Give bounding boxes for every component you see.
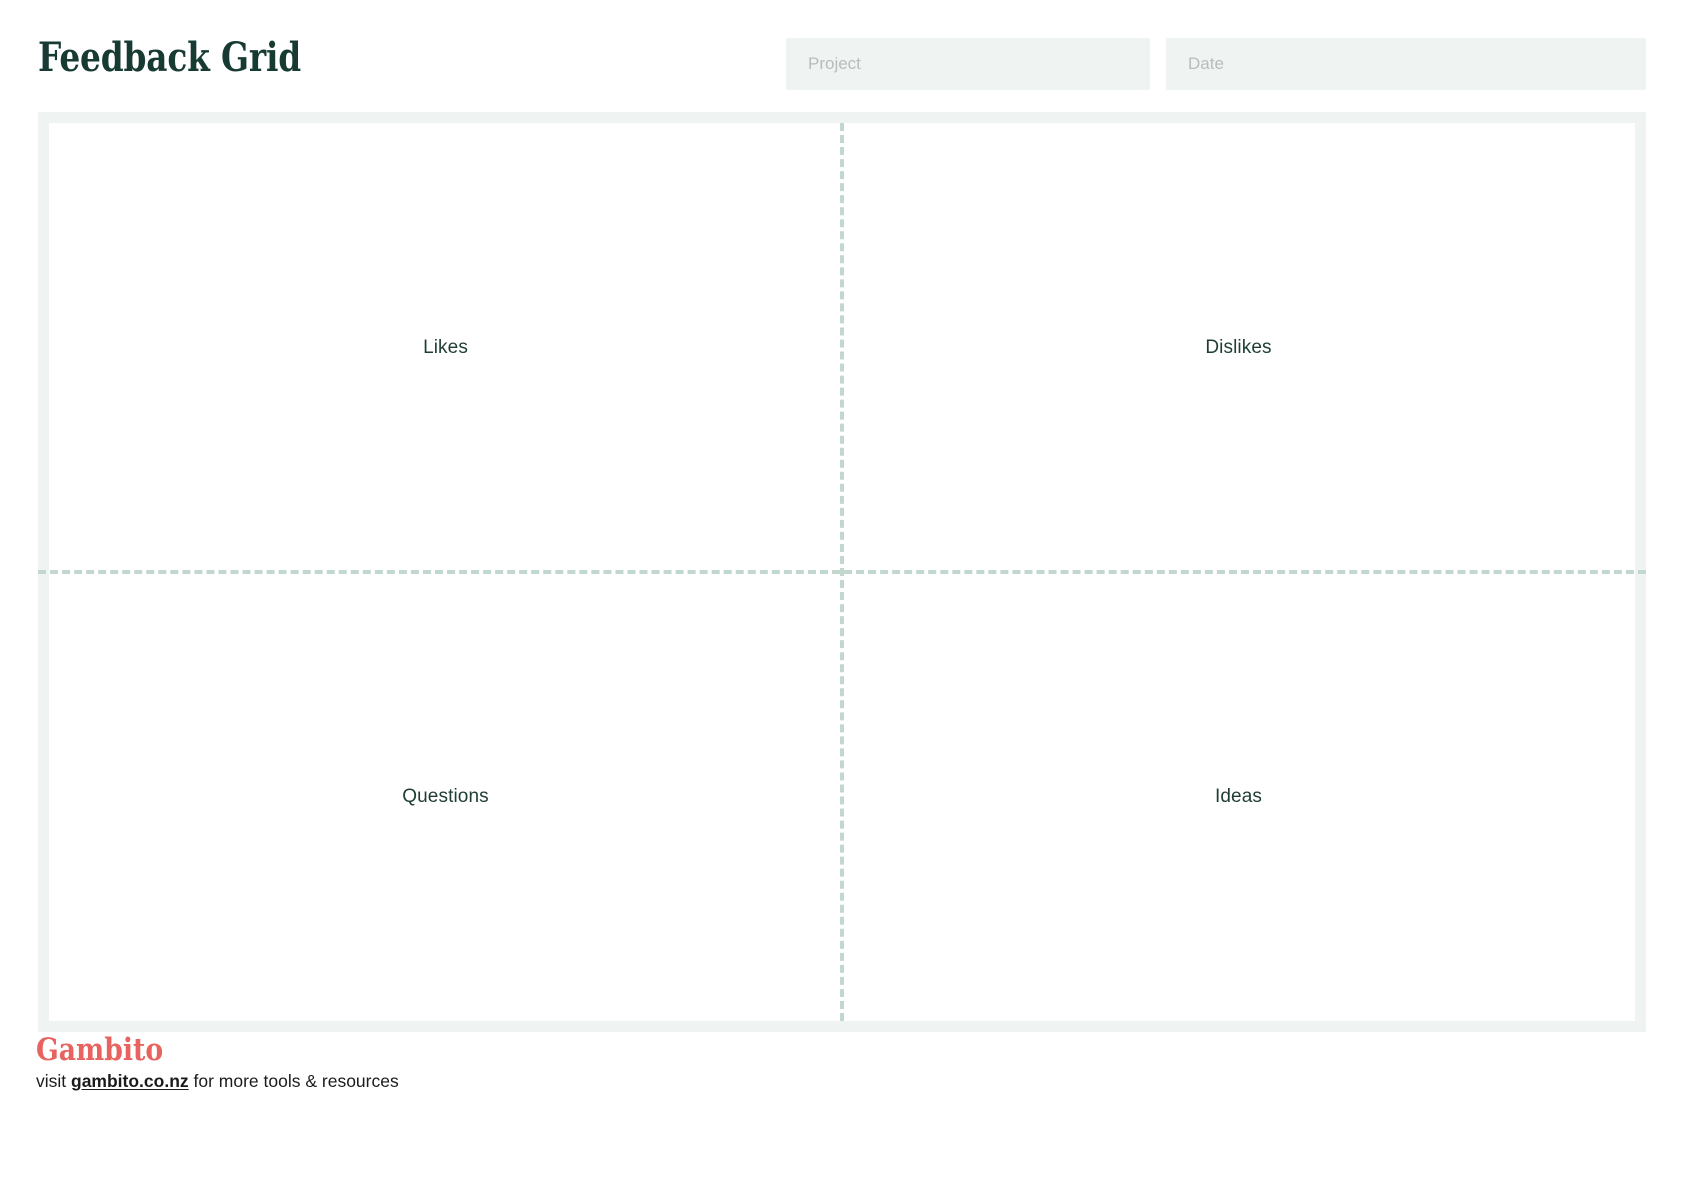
- page-footer: Gambito visit gambito.co.nz for more too…: [36, 1032, 836, 1093]
- footer-tagline: visit gambito.co.nz for more tools & res…: [36, 1069, 836, 1093]
- page-header: Feedback Grid: [0, 0, 1684, 105]
- gambito-website-link[interactable]: gambito.co.nz: [71, 1071, 189, 1091]
- header-fields: [786, 38, 1646, 90]
- brand-wordmark: Gambito: [36, 1032, 164, 1068]
- page-title: Feedback Grid: [38, 34, 302, 81]
- quadrant-ideas[interactable]: Ideas: [842, 572, 1635, 1021]
- quadrant-label-ideas: Ideas: [1215, 785, 1262, 807]
- feedback-grid-frame: Likes Dislikes Questions Ideas: [38, 112, 1646, 1032]
- footer-text-after: for more tools & resources: [188, 1071, 399, 1091]
- quadrant-label-questions: Questions: [402, 785, 489, 807]
- quadrant-likes[interactable]: Likes: [49, 123, 842, 572]
- feedback-grid-page: Feedback Grid Likes Dislikes Questions I…: [0, 0, 1684, 1190]
- quadrant-dislikes[interactable]: Dislikes: [842, 123, 1635, 572]
- vertical-divider: [840, 123, 844, 1021]
- grid-inner: Likes Dislikes Questions Ideas: [38, 123, 1646, 1021]
- date-input[interactable]: [1166, 38, 1646, 90]
- quadrant-questions[interactable]: Questions: [49, 572, 842, 1021]
- quadrant-label-dislikes: Dislikes: [1205, 336, 1272, 358]
- footer-text-before: visit: [36, 1071, 71, 1091]
- project-input[interactable]: [786, 38, 1150, 90]
- quadrant-label-likes: Likes: [423, 336, 468, 358]
